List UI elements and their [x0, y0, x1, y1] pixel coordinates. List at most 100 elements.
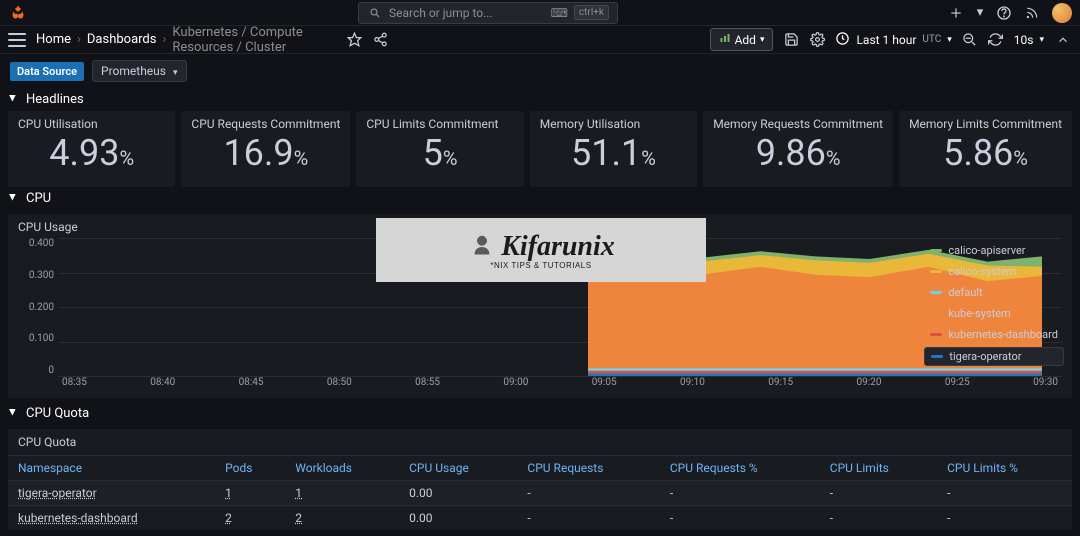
legend-item[interactable]: default	[924, 284, 1064, 301]
refresh-interval-button[interactable]: 10s ▾	[1014, 33, 1044, 47]
section-title: CPU	[26, 191, 51, 206]
crumb-current: Kubernetes / Compute Resources / Cluster	[172, 25, 336, 55]
panel-title: Memory Utilisation	[540, 117, 687, 131]
gear-icon[interactable]	[809, 32, 825, 48]
legend-label: tigera-operator	[949, 350, 1021, 363]
stat-panel[interactable]: Memory Utilisation 51.1%	[530, 111, 697, 187]
legend-swatch	[930, 312, 942, 315]
cell-cpu-limits: -	[820, 506, 937, 531]
panel-title: Memory Limits Commitment	[909, 117, 1062, 131]
grafana-logo-icon[interactable]	[8, 3, 28, 23]
search-shortcut: ctrl+k	[574, 5, 609, 20]
table-column-header[interactable]: CPU Requests %	[660, 456, 820, 481]
chevron-down-icon: ▾	[760, 35, 765, 45]
section-title: CPU Quota	[26, 406, 89, 421]
stat-panel[interactable]: Memory Limits Commitment 5.86%	[899, 111, 1072, 187]
chevron-right-icon: ›	[77, 32, 81, 47]
cell-pods[interactable]: 1	[215, 481, 285, 506]
watermark: Kifarunix *NIX TIPS & TUTORIALS	[376, 218, 706, 282]
add-button[interactable]: Add ▾	[710, 28, 774, 51]
section-cpu-quota[interactable]: ▸ CPU Quota	[0, 402, 1080, 425]
save-icon[interactable]	[783, 32, 799, 48]
crumb-home[interactable]: Home	[36, 32, 71, 47]
legend-swatch	[931, 355, 943, 358]
clock-icon	[835, 31, 850, 49]
legend-label: calico-apiserver	[948, 244, 1025, 257]
legend-swatch	[930, 291, 942, 294]
cell-namespace[interactable]: tigera-operator	[8, 481, 215, 506]
crumb-dashboards[interactable]: Dashboards	[87, 32, 157, 47]
cell-workloads[interactable]: 1	[285, 481, 399, 506]
star-icon[interactable]	[347, 32, 363, 48]
timezone-label: UTC	[922, 34, 941, 45]
global-search-input[interactable]: Search or jump to... ⌨ ctrl+k	[358, 2, 618, 24]
table-column-header[interactable]: CPU Limits %	[937, 456, 1072, 481]
cell-cpu-requests: -	[517, 506, 659, 531]
collapse-icon[interactable]	[1054, 31, 1072, 49]
cell-namespace[interactable]: kubernetes-dashboard	[8, 506, 215, 531]
stat-value: 51.1%	[540, 135, 687, 171]
chart-legend: calico-apiserver calico-system default kube…	[924, 242, 1064, 366]
legend-swatch	[930, 270, 942, 273]
legend-item[interactable]: calico-apiserver	[924, 242, 1064, 259]
table-column-header[interactable]: CPU Requests	[517, 456, 659, 481]
time-range-button[interactable]: Last 1 hour UTC ▾	[835, 31, 951, 49]
chevron-down-icon: ▾	[947, 35, 952, 45]
stat-panel[interactable]: CPU Utilisation 4.93%	[8, 111, 175, 187]
panel-title: CPU Utilisation	[18, 117, 165, 131]
time-range-label: Last 1 hour	[856, 33, 916, 47]
chevron-down-icon: ▾	[1039, 35, 1044, 45]
table-row[interactable]: tigera-operator110.00----	[8, 481, 1072, 506]
refresh-icon[interactable]	[988, 32, 1004, 48]
chevron-down-icon: ▾	[173, 68, 178, 78]
chevron-right-icon: ›	[162, 32, 166, 47]
legend-label: kube-system	[948, 307, 1010, 320]
stat-panel[interactable]: CPU Requests Commitment16.9%	[181, 111, 350, 187]
table-column-header[interactable]: Workloads	[285, 456, 399, 481]
table-column-header[interactable]: Pods	[215, 456, 285, 481]
stat-value: 4.93%	[18, 135, 165, 171]
stat-value: 5.86%	[909, 135, 1062, 171]
add-label: Add	[735, 33, 756, 47]
legend-item[interactable]: kube-system	[924, 305, 1064, 322]
legend-label: calico-system	[948, 265, 1016, 278]
section-headlines[interactable]: ▸ Headlines	[0, 88, 1080, 111]
rss-icon[interactable]	[1024, 5, 1040, 21]
chart-xaxis: 08:3508:4008:4508:5008:5509:0009:0509:10…	[58, 377, 1062, 388]
cell-pods[interactable]: 2	[215, 506, 285, 531]
zoom-out-icon[interactable]	[962, 32, 978, 48]
stat-panel[interactable]: Memory Requests Commitment9.86%	[703, 111, 893, 187]
share-icon[interactable]	[373, 32, 389, 48]
cell-workloads[interactable]: 2	[285, 506, 399, 531]
panel-title: CPU Limits Commitment	[366, 117, 513, 131]
help-icon[interactable]	[996, 5, 1012, 21]
panel-title: CPU Quota	[8, 429, 1072, 455]
chart-yaxis: 0.4000.3000.2000.1000	[18, 238, 58, 388]
legend-item[interactable]: tigera-operator	[924, 347, 1064, 366]
chevron-down-icon: ▸	[10, 409, 20, 419]
legend-swatch	[930, 333, 942, 336]
legend-label: kubernetes-dashboard	[948, 328, 1058, 341]
section-title: Headlines	[26, 92, 84, 107]
legend-item[interactable]: calico-system	[924, 263, 1064, 280]
cell-cpu-limits-pct: -	[937, 481, 1072, 506]
table-column-header[interactable]: CPU Usage	[399, 456, 517, 481]
cell-cpu-requests-pct: -	[660, 481, 820, 506]
stat-value: 5%	[366, 135, 513, 171]
table-column-header[interactable]: CPU Limits	[820, 456, 937, 481]
datasource-select[interactable]: Prometheus ▾	[92, 60, 186, 82]
plus-icon[interactable]	[948, 5, 964, 21]
table-row[interactable]: kubernetes-dashboard220.00----	[8, 506, 1072, 531]
legend-item[interactable]: kubernetes-dashboard	[924, 326, 1064, 343]
avatar[interactable]	[1052, 3, 1072, 23]
menu-toggle-icon[interactable]	[8, 33, 26, 47]
stat-panel[interactable]: CPU Limits Commitment 5%	[356, 111, 523, 187]
chevron-down-icon[interactable]: ▾	[976, 5, 984, 21]
search-placeholder: Search or jump to...	[389, 6, 545, 20]
keyboard-icon: ⌨	[551, 6, 568, 20]
cell-cpu-requests-pct: -	[660, 506, 820, 531]
table-column-header[interactable]: Namespace	[8, 456, 215, 481]
section-cpu[interactable]: ▸ CPU	[0, 187, 1080, 210]
chevron-down-icon: ▸	[10, 194, 20, 204]
stat-value: 9.86%	[713, 135, 883, 171]
